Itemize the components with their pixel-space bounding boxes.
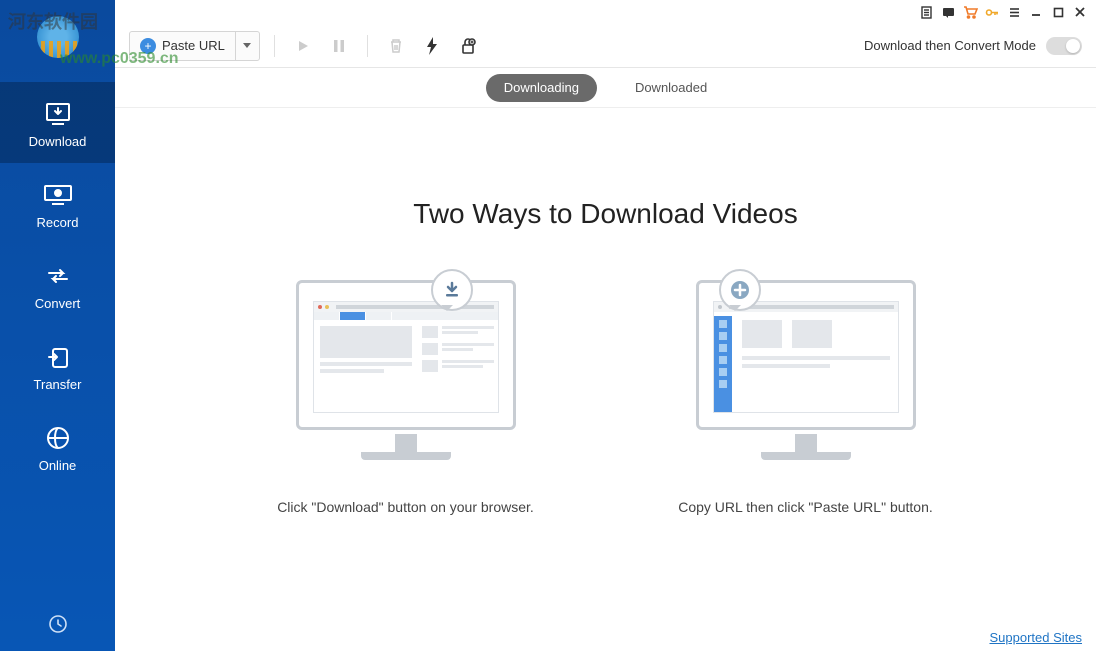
paste-url-label: Paste URL: [162, 38, 225, 53]
way1-caption: Click "Download" button on your browser.: [277, 498, 534, 518]
key-icon[interactable]: [984, 4, 1000, 20]
way2-caption: Copy URL then click "Paste URL" button.: [678, 498, 933, 518]
headline: Two Ways to Download Videos: [413, 198, 797, 230]
lock-button[interactable]: [454, 32, 482, 60]
convert-mode-label: Download then Convert Mode: [864, 38, 1036, 53]
convert-icon: [40, 262, 76, 290]
paste-url-dropdown[interactable]: [235, 32, 259, 60]
app-logo: [0, 12, 115, 62]
titlebar: [115, 0, 1096, 24]
feedback-icon[interactable]: [940, 4, 956, 20]
plus-icon: +: [140, 38, 156, 54]
sidebar-item-label: Online: [39, 458, 77, 473]
add-plus-icon: [719, 269, 761, 311]
online-icon: [40, 424, 76, 452]
tab-downloading[interactable]: Downloading: [486, 74, 597, 102]
cart-icon[interactable]: [962, 4, 978, 20]
transfer-icon: [40, 343, 76, 371]
sidebar-item-online[interactable]: Online: [0, 406, 115, 487]
sidebar-item-label: Transfer: [34, 377, 82, 392]
sidebar-item-convert[interactable]: Convert: [0, 244, 115, 325]
tab-downloaded[interactable]: Downloaded: [617, 74, 725, 102]
sidebar-item-label: Record: [37, 215, 79, 230]
convert-mode-toggle[interactable]: [1046, 37, 1082, 55]
scheduler-icon[interactable]: [48, 614, 68, 639]
toolbar: + Paste URL Download then Convert Mode: [115, 24, 1096, 68]
main-area: + Paste URL Download then Convert Mode D…: [115, 0, 1096, 651]
notes-icon[interactable]: [918, 4, 934, 20]
sidebar-item-label: Download: [29, 134, 87, 149]
sidebar: Download Record Convert Transfer: [0, 0, 115, 651]
tabs: Downloading Downloaded: [115, 68, 1096, 108]
paste-url-button[interactable]: + Paste URL: [129, 31, 260, 61]
sidebar-item-record[interactable]: Record: [0, 163, 115, 244]
sidebar-item-transfer[interactable]: Transfer: [0, 325, 115, 406]
way-paste-url: Copy URL then click "Paste URL" button.: [656, 280, 956, 518]
sidebar-item-label: Convert: [35, 296, 81, 311]
minimize-icon[interactable]: [1028, 4, 1044, 20]
download-arrow-icon: [431, 269, 473, 311]
pause-button[interactable]: [325, 32, 353, 60]
turbo-button[interactable]: [418, 32, 446, 60]
download-icon: [40, 100, 76, 128]
delete-button[interactable]: [382, 32, 410, 60]
way-browser-download: Click "Download" button on your browser.: [256, 280, 556, 518]
supported-sites-link[interactable]: Supported Sites: [989, 630, 1082, 645]
play-button[interactable]: [289, 32, 317, 60]
sidebar-item-download[interactable]: Download: [0, 82, 115, 163]
close-icon[interactable]: [1072, 4, 1088, 20]
content-area: Two Ways to Download Videos: [115, 108, 1096, 651]
maximize-icon[interactable]: [1050, 4, 1066, 20]
menu-icon[interactable]: [1006, 4, 1022, 20]
record-icon: [40, 181, 76, 209]
